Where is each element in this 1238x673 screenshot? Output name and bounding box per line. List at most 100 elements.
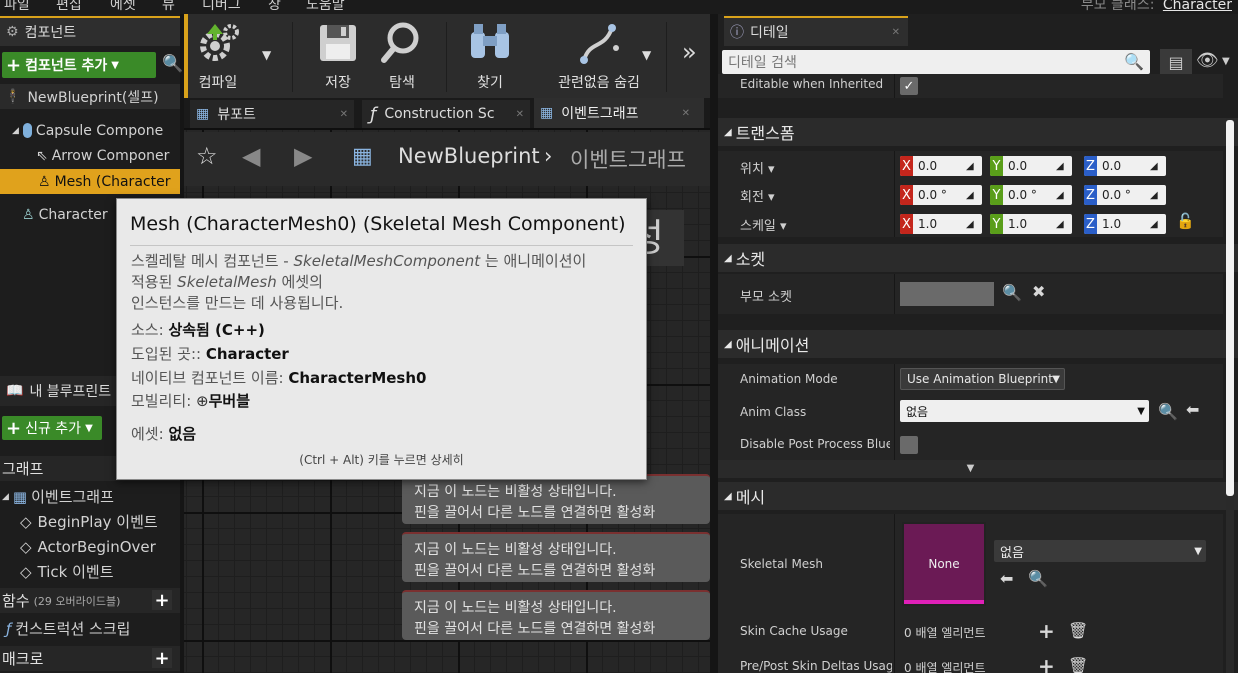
rotation-y-field[interactable]: Y 0.0 ° ◢ <box>990 185 1072 205</box>
scale-x-field[interactable]: X 1.0 ◢ <box>900 214 982 234</box>
animation-category[interactable]: ◢ 애니메이션 <box>718 330 1238 358</box>
tab-close-icon[interactable]: ✕ <box>682 108 690 119</box>
details-search-input[interactable]: 디테일 검색 🔍 <box>722 50 1150 74</box>
hide-unrelated-chevron-icon[interactable]: ▼ <box>642 48 651 62</box>
tab-viewport[interactable]: ▦ 뷰포트 ✕ <box>190 100 354 128</box>
location-x-field[interactable]: X 0.0 ◢ <box>900 156 982 176</box>
anim-mode-dropdown[interactable]: Use Animation Blueprint ▼ <box>900 368 1065 390</box>
asset-color-strip <box>904 600 984 604</box>
trash-icon[interactable]: 🗑 <box>1068 656 1088 673</box>
tab-construction-script[interactable]: ƒ Construction Sc ✕ <box>362 100 530 128</box>
collapse-arrow-icon: ◢ <box>724 252 732 264</box>
disabled-node-comment[interactable]: 지금 이 노드는 비활성 상태입니다. 핀을 끌어서 다른 노드를 연결하면 활… <box>402 532 710 582</box>
location-label[interactable]: 위치 ▾ <box>740 158 775 177</box>
tree-item-capsule[interactable]: ◢ Capsule Compone <box>0 118 180 143</box>
binoculars-icon <box>471 24 509 58</box>
menu-view[interactable]: 뷰 <box>162 0 175 14</box>
disabled-node-comment[interactable]: 지금 이 노드는 비활성 상태입니다. 핀을 끌어서 다른 노드를 연결하면 활… <box>402 590 710 640</box>
tab-close-icon[interactable]: ✕ <box>516 109 524 120</box>
tooltip-hint: (Ctrl + Alt) 키를 누르면 상세히 <box>299 453 464 467</box>
menu-window[interactable]: 창 <box>268 0 281 14</box>
sockets-category[interactable]: ◢ 소켓 <box>718 244 1238 272</box>
event-item[interactable]: ◇ Tick 이벤트 <box>0 559 180 584</box>
parent-socket-label: 부모 소켓 <box>740 290 792 305</box>
skeletal-mesh-dropdown[interactable]: 없음 ▼ <box>994 540 1206 562</box>
back-arrow-icon[interactable]: ◀ <box>242 142 260 170</box>
chevron-down-icon[interactable]: ▼ <box>1222 56 1230 67</box>
details-scrollbar-track[interactable] <box>1226 118 1234 673</box>
tab-close-icon[interactable]: ✕ <box>892 27 900 38</box>
arrow-component-icon: ⇖ <box>36 147 48 164</box>
menu-edit[interactable]: 편집 <box>56 0 82 14</box>
add-new-button[interactable]: + 신규 추가 ▼ <box>2 416 102 440</box>
menu-help[interactable]: 도움말 <box>306 0 345 14</box>
compile-options-chevron-icon[interactable]: ▼ <box>262 48 271 62</box>
details-scrollbar-thumb[interactable] <box>1226 120 1234 496</box>
editable-when-inherited-checkbox[interactable]: ✓ <box>900 77 918 95</box>
add-function-button[interactable]: + <box>152 590 172 611</box>
advanced-expander[interactable]: ▼ <box>718 460 1223 478</box>
construction-script-item[interactable]: ƒ 컨스트럭션 스크립 <box>0 616 180 641</box>
add-element-plus-icon[interactable]: + <box>1038 654 1055 673</box>
use-selected-arrow-icon[interactable]: ⬅ <box>1186 400 1199 419</box>
scale-z-field[interactable]: Z 1.0 ◢ <box>1084 214 1166 234</box>
toolbar: 컴파일 ▼ 저장 탐색 찾기 관련없음 숨김 ▼ » <box>184 14 710 98</box>
macros-section[interactable]: 매크로 + <box>0 646 180 671</box>
scale-y-field[interactable]: Y 1.0 ◢ <box>990 214 1072 234</box>
disabled-node-comment[interactable]: 지금 이 노드는 비활성 상태입니다. 핀을 끌어서 다른 노드를 연결하면 활… <box>402 474 710 524</box>
rotation-x-field[interactable]: X 0.0 ° ◢ <box>900 185 982 205</box>
add-component-button[interactable]: + 컴포넌트 추가 ▼ <box>2 52 156 78</box>
chevron-down-icon: ▼ <box>1052 373 1060 385</box>
event-item[interactable]: ◇ ActorBeginOver <box>0 534 180 559</box>
find-button[interactable]: 찾기 <box>450 14 530 98</box>
lock-icon[interactable]: 🔓 <box>1176 212 1195 230</box>
scale-label[interactable]: 스케일 ▾ <box>740 215 787 234</box>
event-item[interactable]: ◇ BeginPlay 이벤트 <box>0 509 180 534</box>
visibility-eye-icon[interactable]: 👁 <box>1196 50 1219 71</box>
menu-debug[interactable]: 디버그 <box>202 0 241 14</box>
tab-close-icon[interactable]: ✕ <box>340 109 348 120</box>
browse-anim-class-icon[interactable]: 🔍 <box>1158 402 1178 421</box>
skeletal-mesh-thumbnail[interactable]: None <box>902 522 986 606</box>
location-y-field[interactable]: Y 0.0 ◢ <box>990 156 1072 176</box>
browse-socket-icon[interactable]: 🔍 <box>1002 283 1022 302</box>
rotation-z-field[interactable]: Z 0.0 ° ◢ <box>1084 185 1166 205</box>
chevron-down-icon: ▼ <box>85 422 93 434</box>
tree-item-arrow[interactable]: ⇖ Arrow Componer <box>0 143 180 168</box>
forward-arrow-icon[interactable]: ▶ <box>294 142 312 170</box>
anim-class-dropdown[interactable]: 없음 ▼ <box>900 400 1149 422</box>
browse-mesh-icon[interactable]: 🔍 <box>1028 569 1048 588</box>
parent-class-link[interactable]: Character <box>1163 0 1232 13</box>
use-selected-arrow-icon[interactable]: ⬅ <box>1000 569 1013 588</box>
components-tab[interactable]: ⚙ 컴포넌트 <box>0 16 180 46</box>
menu-asset[interactable]: 에셋 <box>110 0 136 14</box>
browse-button[interactable]: 탐색 <box>362 14 442 98</box>
disable-post-process-checkbox[interactable] <box>900 436 918 454</box>
anim-class-label: Anim Class <box>740 405 807 419</box>
tree-item-mesh[interactable]: ♙ Mesh (Character <box>0 169 180 194</box>
parent-socket-field[interactable] <box>900 282 994 306</box>
add-element-plus-icon[interactable]: + <box>1038 619 1055 643</box>
compile-button[interactable]: 컴파일 <box>178 14 258 98</box>
skeletal-mesh-label: Skeletal Mesh <box>740 557 824 571</box>
menu-file[interactable]: 파일 <box>4 0 30 14</box>
trash-icon[interactable]: 🗑 <box>1068 621 1088 640</box>
event-graph-item[interactable]: ◢ ▦ 이벤트그래프 <box>0 484 180 509</box>
add-macro-button[interactable]: + <box>152 648 172 669</box>
property-matrix-button[interactable]: ▤ <box>1160 49 1192 75</box>
tab-event-graph[interactable]: ▦ 이벤트그래프 ✕ <box>534 98 704 128</box>
more-chevron-icon[interactable]: » <box>682 38 697 66</box>
rotation-label[interactable]: 회전 ▾ <box>740 186 775 205</box>
favorite-star-icon[interactable]: ☆ <box>196 142 218 170</box>
mesh-category[interactable]: ◢ 메시 <box>718 482 1238 510</box>
breadcrumb-root[interactable]: NewBlueprint <box>398 144 540 168</box>
details-tab[interactable]: ⓘ 디테일 ✕ <box>724 16 908 46</box>
location-z-field[interactable]: Z 0.0 ◢ <box>1084 156 1166 176</box>
clear-x-icon[interactable]: ✖ <box>1032 282 1045 301</box>
mesh-header: 메시 <box>735 488 766 507</box>
skeletal-mesh-icon: ♙ <box>38 173 51 190</box>
transform-category[interactable]: ◢ 트랜스폼 <box>718 118 1238 146</box>
self-item[interactable]: 🕴 NewBlueprint(셀프) <box>0 84 180 109</box>
functions-section[interactable]: 함수 (29 오버라이드블) + <box>0 588 180 613</box>
event-diamond-icon: ◇ <box>20 562 32 581</box>
